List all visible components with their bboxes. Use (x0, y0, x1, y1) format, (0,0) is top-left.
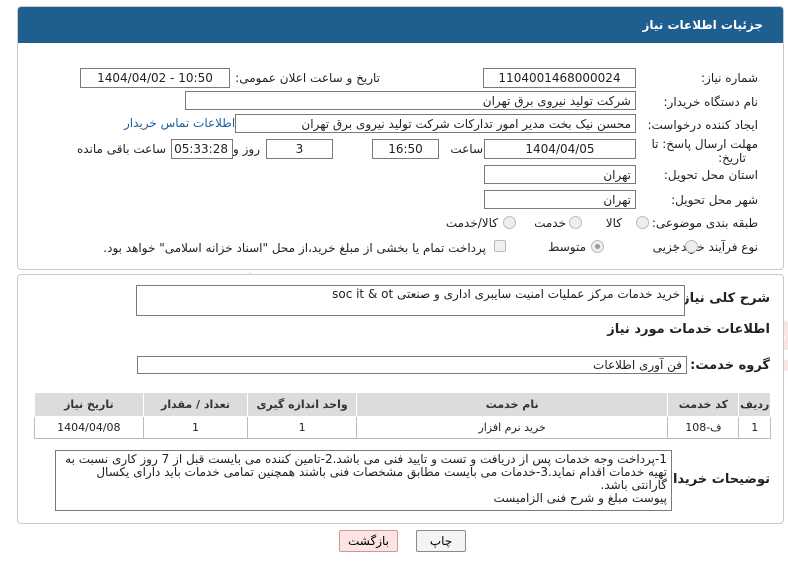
col-name: نام خدمت (355, 392, 669, 417)
summary-label: شرح کلی نیاز: (676, 291, 770, 306)
buyer-org-label: نام دستگاه خریدار: (663, 95, 759, 109)
col-unit: واحد اندازه گیری (247, 392, 357, 417)
deadline-time-field[interactable]: 16:50 (372, 139, 439, 159)
deadline-label-date: تاریخ: (718, 151, 746, 165)
deadline-label: مهلت ارسال پاسخ: تا (651, 137, 758, 151)
page-title: جزئیات اطلاعات نیاز (642, 18, 763, 32)
cat-goods-radio[interactable] (636, 216, 649, 229)
services-section-title: اطلاعات خدمات مورد نیاز (607, 322, 770, 337)
notes-text: 1-پرداخت وجه خدمات پس از دریافت و تست و … (65, 452, 667, 505)
services-table: ردیف کد خدمت نام خدمت واحد اندازه گیری ت… (34, 392, 771, 439)
announce-field[interactable]: 1404/04/02 - 10:50 (80, 68, 230, 88)
days-field[interactable]: 3 (266, 139, 333, 159)
days-label: روز و (233, 142, 260, 156)
cell-unit: 1 (247, 416, 357, 439)
col-row: ردیف (738, 392, 771, 417)
cat-goods-service-label: کالا/خدمت (445, 216, 498, 230)
cat-goods-label: کالا (605, 216, 622, 230)
col-date: تاریخ نیاز (34, 392, 144, 417)
col-code: کد خدمت (667, 392, 740, 417)
proc-medium-radio[interactable] (591, 240, 604, 253)
need-number-label: شماره نیاز: (701, 71, 758, 85)
proc-partial-label: جزیی (652, 240, 680, 254)
creator-field[interactable]: محسن نیک بخت مدیر امور تدارکات شرکت تولی… (235, 114, 636, 133)
cat-service-label: خدمت (534, 216, 566, 230)
proc-partial-radio[interactable] (685, 240, 698, 253)
cell-row: 1 (738, 416, 771, 439)
buyer-org-field[interactable]: شرکت تولید نیروی برق تهران (185, 91, 636, 110)
deadline-time-label: ساعت (450, 142, 483, 156)
province-field[interactable]: تهران (484, 165, 636, 184)
cat-goods-service-radio[interactable] (503, 216, 516, 229)
cell-name: خرید نرم افزار (355, 416, 669, 439)
deadline-date-field[interactable]: 1404/04/05 (484, 139, 636, 159)
province-label: استان محل تحویل: (663, 168, 758, 182)
service-group-field[interactable]: فن آوری اطلاعات (137, 356, 687, 374)
print-button[interactable]: چاپ (416, 530, 466, 552)
proc-medium-label: متوسط (548, 240, 586, 254)
cell-date: 1404/04/08 (34, 416, 144, 439)
buyer-contact-link[interactable]: اطلاعات تماس خریدار (124, 116, 235, 130)
service-group-label: گروه خدمت: (690, 358, 770, 373)
cat-service-radio[interactable] (569, 216, 582, 229)
city-label: شهر محل تحویل: (671, 193, 758, 207)
cell-qty: 1 (142, 416, 249, 439)
table-header-row: ردیف کد خدمت نام خدمت واحد اندازه گیری ت… (34, 392, 771, 417)
notes-label: توضیحات خریدار: (660, 472, 770, 487)
treasury-payment-checkbox[interactable] (494, 240, 506, 252)
category-label: طبقه بندی موضوعی: (651, 216, 758, 230)
back-button[interactable]: بازگشت (339, 530, 398, 552)
col-qty: تعداد / مقدار (142, 392, 249, 417)
creator-label: ایجاد کننده درخواست: (647, 118, 758, 132)
cell-code: ف-108 (667, 416, 740, 439)
payment-note: پرداخت تمام یا بخشی از مبلغ خرید،از محل … (103, 241, 486, 255)
remaining-time-field[interactable]: 05:33:28 (171, 139, 233, 159)
summary-field[interactable]: خرید خدمات مرکز عملیات امنیت سایبری ادار… (136, 285, 685, 316)
need-number-field[interactable]: 1104001468000024 (483, 68, 636, 88)
remaining-label: ساعت باقی مانده (76, 142, 166, 156)
header-bar: جزئیات اطلاعات نیاز (18, 7, 783, 43)
city-field[interactable]: تهران (484, 190, 636, 209)
notes-field[interactable]: 1-پرداخت وجه خدمات پس از دریافت و تست و … (55, 450, 672, 511)
announce-label: تاریخ و ساعت اعلان عمومی: (235, 71, 380, 85)
table-row: 1 ف-108 خرید نرم افزار 1 1 1404/04/08 (34, 416, 771, 439)
